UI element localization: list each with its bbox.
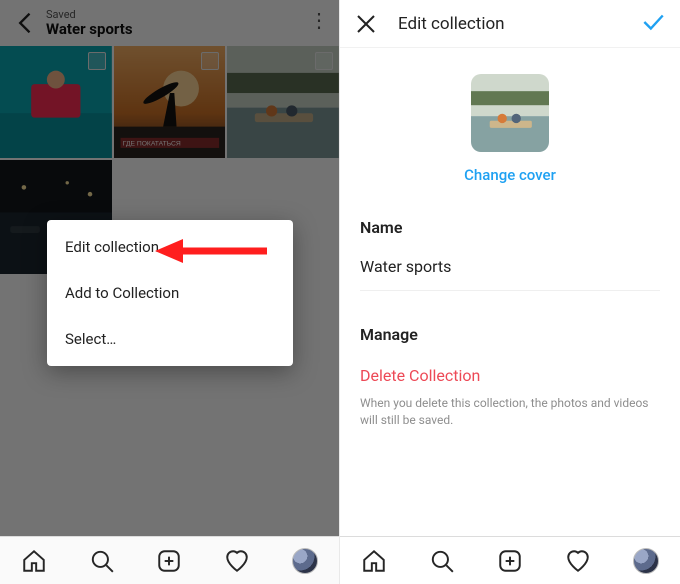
- nav-activity-icon[interactable]: [565, 548, 591, 574]
- popup-item-add-to-collection[interactable]: Add to Collection: [47, 270, 293, 316]
- nav-home-icon[interactable]: [21, 548, 47, 574]
- nav-add-icon[interactable]: [497, 548, 523, 574]
- edit-collection-screen: Edit collection Change cover: [340, 0, 680, 584]
- saved-collection-screen: Saved Water sports ⋮: [0, 0, 340, 584]
- nav-activity-icon[interactable]: [224, 548, 250, 574]
- name-label: Name: [360, 218, 660, 237]
- nav-home-icon[interactable]: [361, 548, 387, 574]
- bottom-nav: [0, 536, 339, 584]
- name-field[interactable]: Water sports: [360, 257, 660, 291]
- bottom-nav: [340, 536, 680, 584]
- nav-search-icon[interactable]: [89, 548, 115, 574]
- cover-thumbnail[interactable]: [471, 74, 549, 152]
- nav-profile-avatar[interactable]: [292, 548, 318, 574]
- delete-hint: When you delete this collection, the pho…: [360, 395, 650, 429]
- edit-header: Edit collection: [340, 0, 680, 48]
- edit-body: Change cover Name Water sports Manage De…: [340, 48, 680, 429]
- change-cover-link[interactable]: Change cover: [464, 166, 556, 184]
- annotation-arrow: [155, 236, 275, 266]
- confirm-button[interactable]: [640, 9, 666, 39]
- edit-title: Edit collection: [398, 14, 640, 34]
- nav-profile-avatar[interactable]: [633, 548, 659, 574]
- close-button[interactable]: [354, 12, 378, 36]
- nav-search-icon[interactable]: [429, 548, 455, 574]
- name-section: Name Water sports: [340, 218, 680, 291]
- cover-section: Change cover: [340, 74, 680, 184]
- nav-add-icon[interactable]: [156, 548, 182, 574]
- manage-label: Manage: [360, 325, 660, 344]
- manage-section: Manage Delete Collection When you delete…: [340, 325, 680, 429]
- delete-collection-button[interactable]: Delete Collection: [360, 366, 660, 385]
- popup-item-select[interactable]: Select…: [47, 316, 293, 362]
